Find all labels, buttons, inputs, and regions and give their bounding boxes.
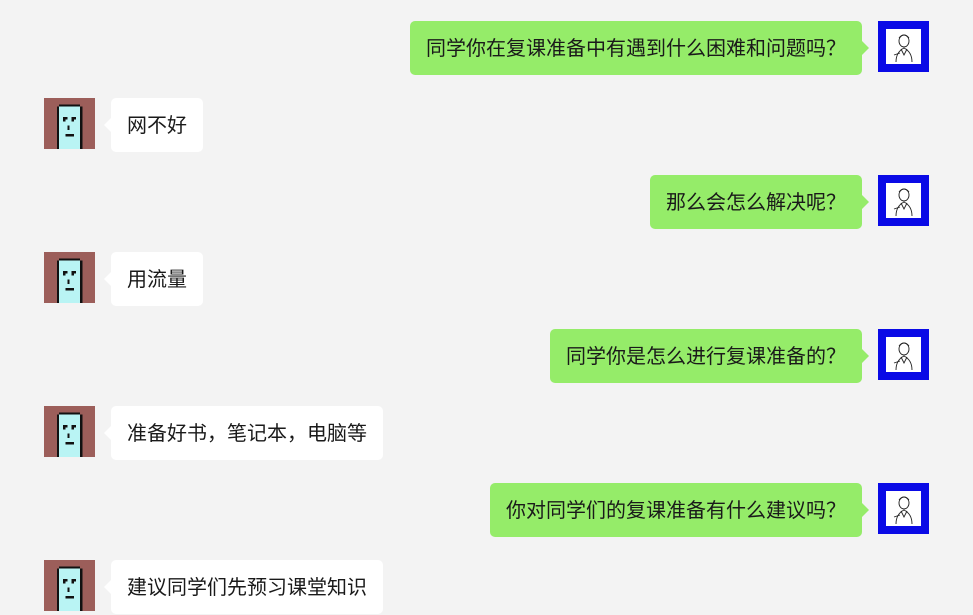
message-bubble-other[interactable]: 用流量 [104, 252, 203, 306]
message-bubble-self[interactable]: 你对同学们的复课准备有什么建议吗？ [490, 483, 869, 537]
message-row-other: 准备好书，笔记本，电脑等 [0, 406, 973, 460]
message-row-self: 同学你是怎么进行复课准备的？ [0, 329, 973, 383]
message-bubble-other[interactable]: 建议同学们先预习课堂知识 [104, 560, 383, 614]
message-row-other: 用流量 [0, 252, 973, 306]
message-bubble-other[interactable]: 网不好 [104, 98, 203, 152]
sketch-person-avatar-icon[interactable] [878, 175, 929, 226]
message-row-self: 同学你在复课准备中有遇到什么困难和问题吗？ [0, 21, 973, 75]
message-row-self: 你对同学们的复课准备有什么建议吗？ [0, 483, 973, 537]
message-row-self: 那么会怎么解决呢？ [0, 175, 973, 229]
pixel-face-avatar-icon[interactable] [44, 406, 95, 457]
message-bubble-other[interactable]: 准备好书，笔记本，电脑等 [104, 406, 383, 460]
message-bubble-self[interactable]: 同学你在复课准备中有遇到什么困难和问题吗？ [410, 21, 869, 75]
message-bubble-self[interactable]: 那么会怎么解决呢？ [650, 175, 869, 229]
sketch-person-avatar-icon[interactable] [878, 483, 929, 534]
pixel-face-avatar-icon[interactable] [44, 252, 95, 303]
message-row-other: 网不好 [0, 98, 973, 152]
sketch-person-avatar-icon[interactable] [878, 329, 929, 380]
pixel-face-avatar-icon[interactable] [44, 560, 95, 611]
sketch-person-avatar-icon[interactable] [878, 21, 929, 72]
message-bubble-self[interactable]: 同学你是怎么进行复课准备的？ [550, 329, 869, 383]
message-row-other: 建议同学们先预习课堂知识 [0, 560, 973, 614]
chat-window: 同学你在复课准备中有遇到什么困难和问题吗？ 网不好 那么会怎么解决呢？ 用流量 … [0, 0, 973, 615]
pixel-face-avatar-icon[interactable] [44, 98, 95, 149]
